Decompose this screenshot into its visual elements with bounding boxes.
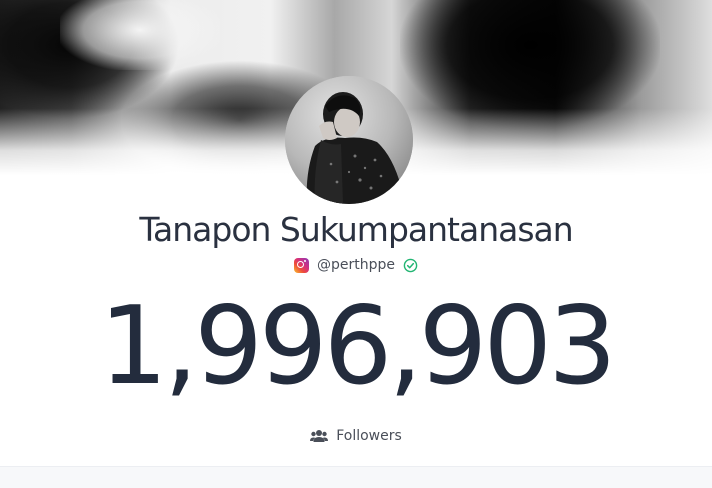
bottom-bar bbox=[0, 466, 712, 488]
handle-row: @perthppe bbox=[0, 257, 712, 273]
instagram-icon bbox=[293, 257, 309, 273]
follower-count: 1,996,903 bbox=[99, 284, 617, 409]
profile-handle[interactable]: @perthppe bbox=[317, 257, 395, 273]
profile-name: Tanapon Sukumpantanasan bbox=[139, 210, 573, 249]
followers-label: Followers bbox=[336, 428, 402, 444]
avatar bbox=[285, 76, 413, 204]
check-circle-icon bbox=[403, 258, 418, 272]
followers-label-row: Followers bbox=[0, 428, 712, 444]
users-icon bbox=[310, 430, 329, 442]
